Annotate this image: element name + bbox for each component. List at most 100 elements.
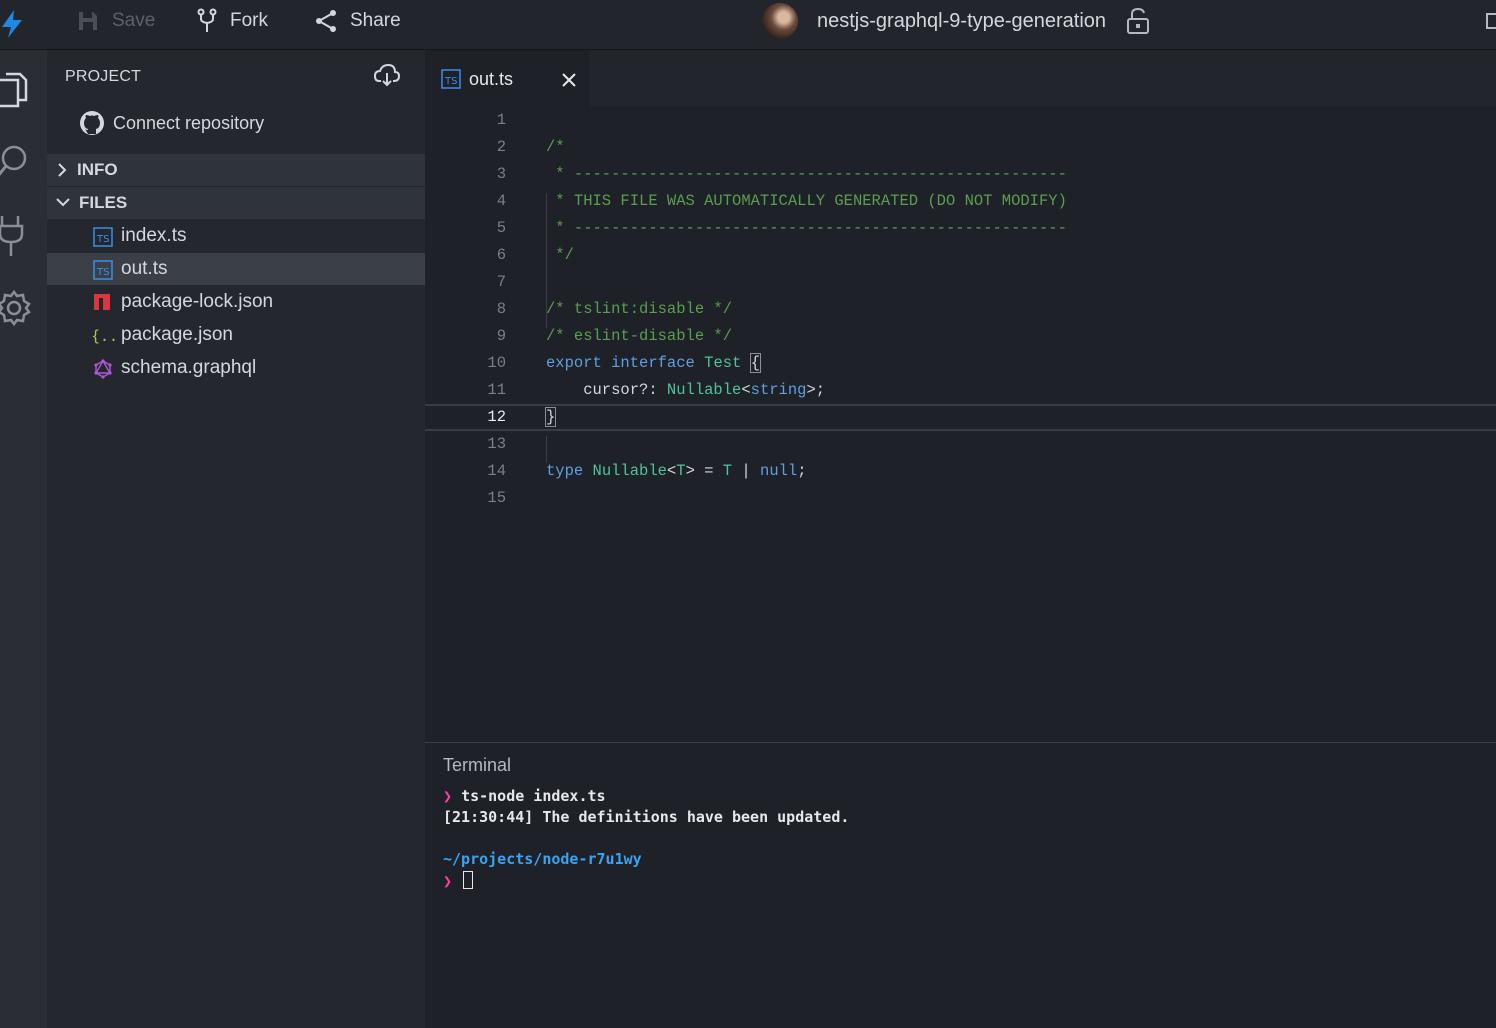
svg-text:TS: TS <box>96 267 109 278</box>
code-line: 4 * THIS FILE WAS AUTOMATICALLY GENERATE… <box>425 188 1496 215</box>
terminal-panel[interactable]: Terminal ❯ ts-node index.ts [21:30:44] T… <box>425 742 1496 1028</box>
code-line: 5 * ------------------------------------… <box>425 215 1496 242</box>
settings-gear-icon[interactable] <box>0 286 32 330</box>
line-number: 11 <box>487 381 506 399</box>
npm-icon <box>94 294 110 310</box>
code-text: cursor?: Nullable<string>; <box>546 381 826 399</box>
github-icon <box>80 111 104 135</box>
save-button[interactable]: Save <box>76 0 155 42</box>
svg-text:TS: TS <box>444 76 457 87</box>
tab-label: out.ts <box>469 69 514 89</box>
line-number: 1 <box>496 111 506 129</box>
files-section-label: FILES <box>79 193 128 212</box>
code-line: 13 <box>425 431 1496 458</box>
code-editor: TS out.ts 1 2 /* 3 * --------------------… <box>425 50 1496 742</box>
svg-text:TS: TS <box>96 234 109 245</box>
terminal-command-line: ❯ ts-node index.ts <box>443 787 849 808</box>
terminal-command: ts-node index.ts <box>461 787 606 805</box>
info-section-label: INFO <box>77 160 118 179</box>
tab-out-ts[interactable]: TS out.ts <box>425 50 590 107</box>
code-line: 7 <box>425 269 1496 296</box>
line-number: 14 <box>487 462 506 480</box>
extensions-plug-icon[interactable] <box>0 214 30 258</box>
code-line: 2 /* <box>425 134 1496 161</box>
file-item-out-ts[interactable]: TS out.ts <box>47 253 425 285</box>
code-text: /* <box>546 138 565 156</box>
code-text: /* eslint-disable */ <box>546 327 733 345</box>
code-line-active: 12} <box>425 404 1496 431</box>
line-number: 15 <box>487 489 506 507</box>
file-explorer-sidebar: PROJECT Connect repository INFO FILES TS… <box>47 50 425 1028</box>
files-icon[interactable] <box>0 70 30 110</box>
avatar[interactable] <box>762 3 798 39</box>
code-text: * --------------------------------------… <box>546 219 1067 237</box>
file-name: schema.graphql <box>121 357 257 378</box>
search-icon[interactable] <box>0 144 30 180</box>
activity-bar <box>0 50 47 1028</box>
line-number: 10 <box>487 354 506 372</box>
file-item-schema-graphql[interactable]: schema.graphql <box>47 352 425 384</box>
graphql-icon <box>94 359 112 379</box>
share-button[interactable]: Share <box>314 0 401 42</box>
code-line: 14 type Nullable<T> = T | null; <box>425 458 1496 485</box>
prompt-symbol: ❯ <box>443 872 453 890</box>
line-number: 12 <box>487 408 506 426</box>
file-name: out.ts <box>121 258 168 279</box>
line-number: 9 <box>496 327 506 345</box>
project-title[interactable]: nestjs-graphql-9-type-generation <box>817 10 1106 33</box>
code-line: 10 export interface Test { <box>425 350 1496 377</box>
editor-tab-strip: TS out.ts <box>425 50 1496 107</box>
code-line: 6 */ <box>425 242 1496 269</box>
code-line: 15 <box>425 485 1496 512</box>
file-name: package.json <box>121 324 233 345</box>
close-icon[interactable] <box>561 72 577 88</box>
terminal-input-line[interactable]: ❯ <box>443 871 849 892</box>
line-number: 13 <box>487 435 506 453</box>
project-title-area: nestjs-graphql-9-type-generation <box>762 2 1150 40</box>
unlocked-icon[interactable] <box>1126 7 1150 35</box>
code-area[interactable]: 1 2 /* 3 * ------------------------------… <box>425 107 1496 742</box>
code-line: 11 cursor?: Nullable<string>; <box>425 377 1496 404</box>
file-item-package-lock-json[interactable]: package-lock.json <box>47 286 425 318</box>
typescript-icon: TS <box>93 260 113 280</box>
json-icon: {..} <box>93 327 117 345</box>
code-text: * THIS FILE WAS AUTOMATICALLY GENERATED … <box>546 192 1067 210</box>
fork-label: Fork <box>230 10 268 31</box>
cloud-download-icon[interactable] <box>374 64 400 88</box>
connect-repository-label: Connect repository <box>113 112 265 133</box>
chevron-right-icon <box>58 163 67 177</box>
code-text: type Nullable<T> = T | null; <box>546 462 807 480</box>
terminal-cursor <box>463 871 474 889</box>
terminal-output[interactable]: ❯ ts-node index.ts [21:30:44] The defini… <box>443 787 849 892</box>
fork-button[interactable]: Fork <box>196 0 268 42</box>
files-section-toggle[interactable]: FILES <box>47 187 425 219</box>
open-in-new-window-icon[interactable] <box>1486 10 1496 32</box>
line-number: 3 <box>496 165 506 183</box>
typescript-icon: TS <box>441 69 461 89</box>
code-line: 9 /* eslint-disable */ <box>425 323 1496 350</box>
terminal-title: Terminal <box>443 755 512 775</box>
file-item-index-ts[interactable]: TS index.ts <box>47 220 425 252</box>
save-icon <box>79 12 97 30</box>
share-icon <box>316 10 336 32</box>
code-line: 3 * ------------------------------------… <box>425 161 1496 188</box>
line-number: 6 <box>496 246 506 264</box>
chevron-down-icon <box>56 198 70 207</box>
file-name: package-lock.json <box>121 291 274 312</box>
line-number: 4 <box>496 192 506 210</box>
code-text: } <box>544 407 557 427</box>
fork-icon <box>197 8 217 32</box>
connect-repository-button[interactable]: Connect repository <box>79 110 264 136</box>
stackblitz-logo-icon[interactable] <box>0 8 26 40</box>
code-text: /* tslint:disable */ <box>546 300 733 318</box>
prompt-symbol: ❯ <box>443 787 453 805</box>
svg-text:{..}: {..} <box>93 327 117 345</box>
file-item-package-json[interactable]: {..} package.json <box>47 319 425 351</box>
typescript-icon: TS <box>93 227 113 247</box>
code-text: */ <box>546 246 574 264</box>
save-label: Save <box>112 10 156 31</box>
file-name: index.ts <box>121 225 187 246</box>
terminal-output-line: [21:30:44] The definitions have been upd… <box>443 808 850 826</box>
info-section-toggle[interactable]: INFO <box>47 154 425 186</box>
line-number: 8 <box>496 300 506 318</box>
